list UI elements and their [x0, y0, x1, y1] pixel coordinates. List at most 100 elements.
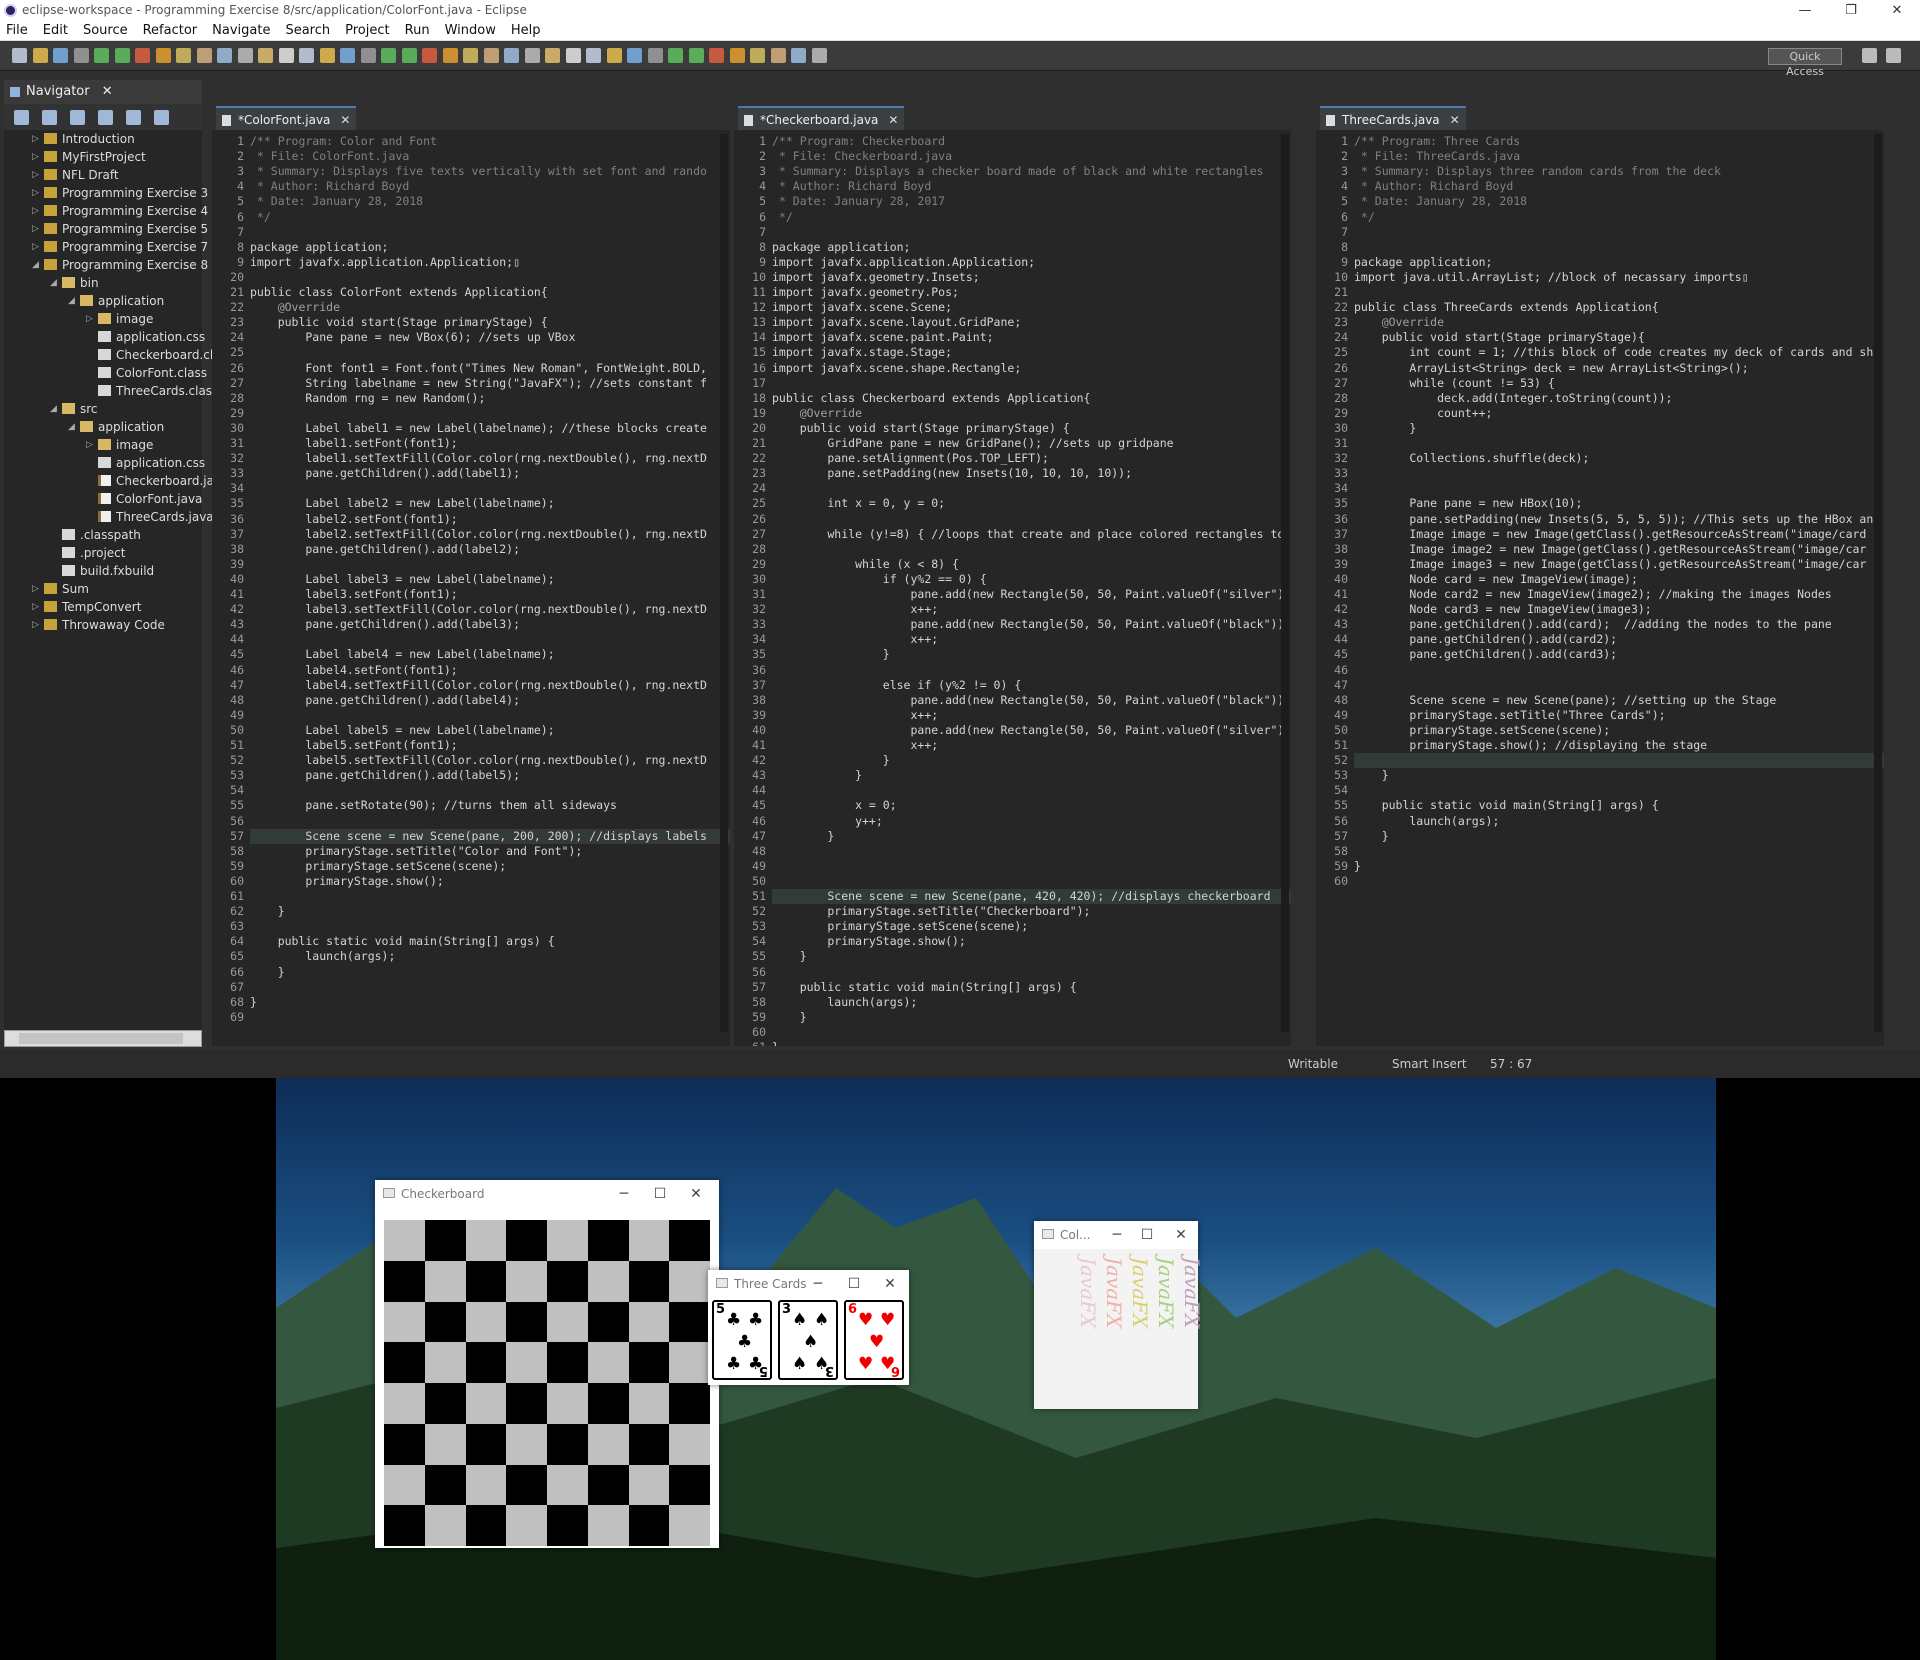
expand-arrow-icon[interactable]: ▷ [32, 130, 39, 148]
code-line[interactable]: Node card3 = new ImageView(image3); [1354, 602, 1651, 617]
editor-scrollbar[interactable] [1874, 134, 1882, 1032]
code-line[interactable]: * Author: Richard Boyd [1354, 179, 1513, 194]
menu-item-edit[interactable]: Edit [43, 21, 68, 40]
toolbar-button-icon[interactable] [196, 48, 212, 63]
tree-item[interactable]: ▷ image [86, 436, 153, 454]
menu-item-project[interactable]: Project [345, 21, 389, 40]
code-line[interactable]: Node card = new ImageView(image); [1354, 572, 1638, 587]
editor-scrollbar[interactable] [720, 134, 728, 1032]
code-line[interactable]: import javafx.geometry.Insets; [772, 270, 980, 285]
tree-item[interactable]: ThreeCards.java [98, 508, 214, 526]
code-line[interactable]: * Author: Richard Boyd [772, 179, 931, 194]
code-line[interactable]: pane.setPadding(new Insets(10, 10, 10, 1… [772, 466, 1132, 481]
code-line[interactable]: Scene scene = new Scene(pane, 200, 200);… [250, 828, 730, 844]
code-line[interactable]: /** Program: Checkerboard [772, 134, 945, 149]
toolbar-button-icon[interactable] [504, 48, 519, 63]
toolbar-button-icon[interactable] [114, 48, 130, 63]
code-line[interactable]: x++; [772, 602, 938, 617]
code-line[interactable]: } [1354, 768, 1389, 783]
menu-item-refactor[interactable]: Refactor [143, 21, 198, 40]
tree-item[interactable]: ColorFont.java [98, 490, 202, 508]
code-line[interactable]: } [250, 965, 285, 980]
code-line[interactable]: primaryStage.show(); [250, 874, 444, 889]
menu-item-run[interactable]: Run [405, 21, 430, 40]
code-line[interactable]: Pane pane = new VBox(6); //sets up VBox [250, 330, 575, 345]
code-line[interactable]: x++; [772, 632, 938, 647]
code-line[interactable]: Label label3 = new Label(labelname); [250, 572, 554, 587]
code-line[interactable]: pane.getChildren().add(label3); [250, 617, 520, 632]
code-line[interactable]: * Date: January 28, 2017 [772, 194, 945, 209]
code-line[interactable]: pane.getChildren().add(label5); [250, 768, 520, 783]
code-line[interactable]: while (count != 53) { [1354, 376, 1554, 391]
code-line[interactable]: label4.setFont(font1); [250, 663, 457, 678]
code-line[interactable]: * File: ColorFont.java [250, 149, 409, 164]
code-line[interactable]: pane.getChildren().add(card); //adding t… [1354, 617, 1831, 632]
code-line[interactable]: label4.setTextFill(Color.color(rng.nextD… [250, 678, 707, 693]
code-line[interactable]: import javafx.scene.paint.Paint; [772, 330, 994, 345]
toolbar-button-icon[interactable] [176, 48, 191, 63]
tree-item[interactable]: ◢ application [68, 418, 164, 436]
code-line[interactable]: Label label4 = new Label(labelname); [250, 647, 554, 662]
toolbar-button-icon[interactable] [463, 48, 478, 63]
code-line[interactable]: * Summary: Displays five texts verticall… [250, 164, 707, 179]
code-line[interactable]: launch(args); [1354, 814, 1499, 829]
code-line[interactable]: import javafx.scene.layout.GridPane; [772, 315, 1021, 330]
code-line[interactable]: pane.add(new Rectangle(50, 50, Paint.val… [772, 587, 1284, 602]
code-line[interactable]: primaryStage.setTitle("Three Cards"); [1354, 708, 1665, 723]
tree-item[interactable]: ColorFont.class [98, 364, 207, 382]
code-line[interactable]: * Summary: Displays a checker board made… [772, 164, 1264, 179]
close-button[interactable]: ✕ [1166, 1221, 1196, 1249]
editor-tab[interactable]: ThreeCards.java ✕ [1320, 106, 1466, 130]
tree-item[interactable]: ▷ Programming Exercise 7 [32, 238, 208, 256]
code-line[interactable]: public void start(Stage primaryStage){ [1354, 330, 1645, 345]
toolbar-button-icon[interactable] [442, 48, 458, 63]
expand-arrow-icon[interactable]: ▷ [32, 238, 39, 256]
toolbar-button-icon[interactable] [750, 48, 765, 63]
tree-item[interactable]: ThreeCards.class [98, 382, 218, 400]
minimize-button[interactable]: ─ [803, 1270, 833, 1298]
code-line[interactable]: } [772, 949, 807, 964]
code-line[interactable]: public class ColorFont extends Applicati… [250, 285, 548, 300]
expand-arrow-icon[interactable]: ▷ [32, 184, 39, 202]
code-line[interactable]: label3.setTextFill(Color.color(rng.nextD… [250, 602, 707, 617]
expand-arrow-icon[interactable]: ▷ [32, 598, 39, 616]
code-line[interactable]: /** Program: Color and Font [250, 134, 437, 149]
code-line[interactable]: pane.setPadding(new Insets(5, 5, 5, 5));… [1354, 512, 1873, 527]
toolbar-button-icon[interactable] [319, 48, 335, 63]
tree-item[interactable]: application.css [98, 328, 205, 346]
code-line[interactable]: @Override [1354, 315, 1444, 330]
filter-icon[interactable] [126, 110, 141, 125]
code-line[interactable]: deck.add(Integer.toString(count)); [1354, 391, 1672, 406]
code-line[interactable]: */ [250, 210, 271, 225]
expand-arrow-icon[interactable]: ▷ [86, 436, 93, 454]
code-line[interactable]: x++; [772, 708, 938, 723]
code-line[interactable]: Collections.shuffle(deck); [1354, 451, 1589, 466]
code-line[interactable]: x++; [772, 738, 938, 753]
code-line[interactable]: Scene scene = new Scene(pane, 420, 420);… [772, 889, 1291, 904]
code-line[interactable]: Image image2 = new Image(getClass().getR… [1354, 542, 1866, 557]
code-line[interactable]: label1.setFont(font1); [250, 436, 457, 451]
code-line[interactable]: int count = 1; //this block of code crea… [1354, 345, 1873, 360]
perspective-icon[interactable] [1862, 48, 1877, 63]
code-line[interactable]: label5.setTextFill(Color.color(rng.nextD… [250, 753, 707, 768]
tree-item[interactable]: ▷ Programming Exercise 5 [32, 220, 208, 238]
code-line[interactable]: Node card2 = new ImageView(image2); //ma… [1354, 587, 1831, 602]
code-line[interactable]: ArrayList<String> deck = new ArrayList<S… [1354, 361, 1748, 376]
expand-arrow-icon[interactable]: ▷ [32, 202, 39, 220]
maximize-button[interactable]: ☐ [645, 1180, 675, 1208]
toolbar-button-icon[interactable] [360, 48, 376, 63]
code-line[interactable]: } [1354, 859, 1361, 874]
tree-item[interactable]: ◢ application [68, 292, 164, 310]
toolbar-button-icon[interactable] [565, 48, 581, 63]
toolbar-button-icon[interactable] [545, 48, 560, 63]
navigator-scrollbar[interactable] [4, 1030, 202, 1047]
code-line[interactable]: Font font1 = Font.font("Times New Roman"… [250, 361, 707, 376]
tree-item[interactable]: ▷ Programming Exercise 3 [32, 184, 208, 202]
code-line[interactable]: pane.setAlignment(Pos.TOP_LEFT); [772, 451, 1049, 466]
expand-arrow-icon[interactable]: ▷ [32, 148, 39, 166]
code-line[interactable]: primaryStage.setScene(scene); [1354, 723, 1610, 738]
link-editor-icon[interactable] [98, 110, 113, 125]
code-line[interactable]: * Summary: Displays three random cards f… [1354, 164, 1721, 179]
menu-item-window[interactable]: Window [445, 21, 496, 40]
minimize-button[interactable]: ─ [1102, 1221, 1132, 1249]
